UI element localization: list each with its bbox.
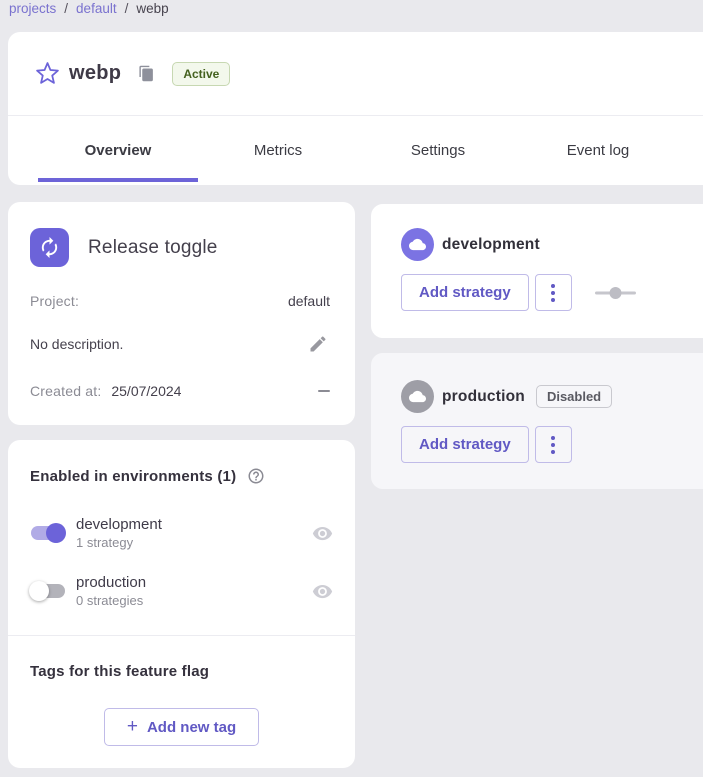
tags-heading: Tags for this feature flag: [30, 663, 209, 680]
add-strategy-button[interactable]: Add strategy: [401, 274, 529, 311]
add-new-tag-button[interactable]: + Add new tag: [104, 708, 259, 746]
more-options-kebab-button[interactable]: [535, 274, 572, 311]
production-environment-panel: production Disabled Add strategy: [371, 353, 703, 489]
tab-settings[interactable]: Settings: [358, 116, 518, 185]
breadcrumb-separator: /: [125, 1, 129, 16]
edit-description-button[interactable]: [306, 332, 330, 356]
environment-panel-name: production: [442, 388, 525, 406]
release-toggle-icon: [30, 228, 69, 267]
description-text: No description.: [30, 336, 123, 352]
created-at-row: Created at: 25/07/2024: [30, 383, 330, 399]
disabled-badge: Disabled: [536, 385, 612, 408]
production-panel-actions: Add strategy: [401, 426, 572, 463]
environment-strategy-count: 0 strategies: [76, 593, 146, 608]
feature-flag-page: projects / default / webp webp Active Ov…: [0, 0, 703, 777]
tab-event-log[interactable]: Event log: [518, 116, 678, 185]
production-toggle[interactable]: [28, 579, 68, 603]
visibility-eye-icon[interactable]: [312, 523, 333, 544]
minus-dash-icon: [318, 390, 330, 392]
cloud-icon: [401, 228, 434, 261]
environment-name: development: [76, 516, 162, 533]
feature-details-card: Release toggle Project: default No descr…: [8, 202, 355, 425]
tab-overview[interactable]: Overview: [38, 116, 198, 185]
breadcrumb: projects / default / webp: [9, 1, 169, 16]
star-outline-icon: [35, 61, 60, 86]
environment-row-production: production 0 strategies: [28, 571, 333, 611]
environments-heading-row: Enabled in environments (1): [30, 467, 265, 485]
add-strategy-button[interactable]: Add strategy: [401, 426, 529, 463]
environment-row-development: development 1 strategy: [28, 513, 333, 553]
more-options-kebab-button[interactable]: [535, 426, 572, 463]
strategy-connector-icon: [595, 287, 636, 299]
development-toggle[interactable]: [28, 521, 68, 545]
copy-name-button[interactable]: [138, 65, 155, 82]
development-environment-panel: development Add strategy: [371, 204, 703, 338]
feature-header-card: webp Active Overview Metrics Settings Ev…: [8, 32, 703, 185]
environments-heading: Enabled in environments (1): [30, 468, 236, 485]
breadcrumb-default-link[interactable]: default: [76, 1, 117, 16]
visibility-eye-icon[interactable]: [312, 581, 333, 602]
feature-type-label: Release toggle: [88, 237, 218, 259]
page-title: webp: [69, 62, 121, 85]
environment-panel-name: development: [442, 236, 540, 254]
feature-type-row: Release toggle: [30, 228, 218, 267]
pencil-icon: [308, 334, 328, 354]
add-new-tag-label: Add new tag: [147, 719, 236, 736]
card-divider: [8, 635, 355, 636]
plus-icon: +: [127, 717, 138, 736]
environment-name: production: [76, 574, 146, 591]
autorenew-icon: [38, 236, 61, 259]
favorite-star-icon[interactable]: [34, 61, 60, 87]
project-row: Project: default: [30, 293, 330, 309]
breadcrumb-projects-link[interactable]: projects: [9, 1, 56, 16]
feature-title-row: webp Active: [8, 32, 703, 115]
active-tab-indicator: [38, 178, 198, 182]
project-value: default: [288, 293, 330, 309]
created-at-label: Created at:: [30, 383, 101, 399]
development-panel-actions: Add strategy: [401, 274, 636, 311]
breadcrumb-separator: /: [64, 1, 68, 16]
project-label: Project:: [30, 293, 79, 309]
help-icon[interactable]: [247, 467, 265, 485]
cloud-icon: [401, 380, 434, 413]
tab-bar: Overview Metrics Settings Event log: [8, 116, 703, 185]
environments-card: Enabled in environments (1) development …: [8, 440, 355, 768]
tab-metrics[interactable]: Metrics: [198, 116, 358, 185]
status-badge: Active: [172, 62, 230, 86]
production-panel-header: production Disabled: [401, 380, 612, 413]
breadcrumb-current: webp: [136, 1, 168, 16]
copy-icon: [138, 65, 155, 82]
development-panel-header: development: [401, 228, 540, 261]
created-at-value: 25/07/2024: [111, 383, 181, 399]
description-row: No description.: [30, 332, 330, 356]
environment-strategy-count: 1 strategy: [76, 535, 162, 550]
